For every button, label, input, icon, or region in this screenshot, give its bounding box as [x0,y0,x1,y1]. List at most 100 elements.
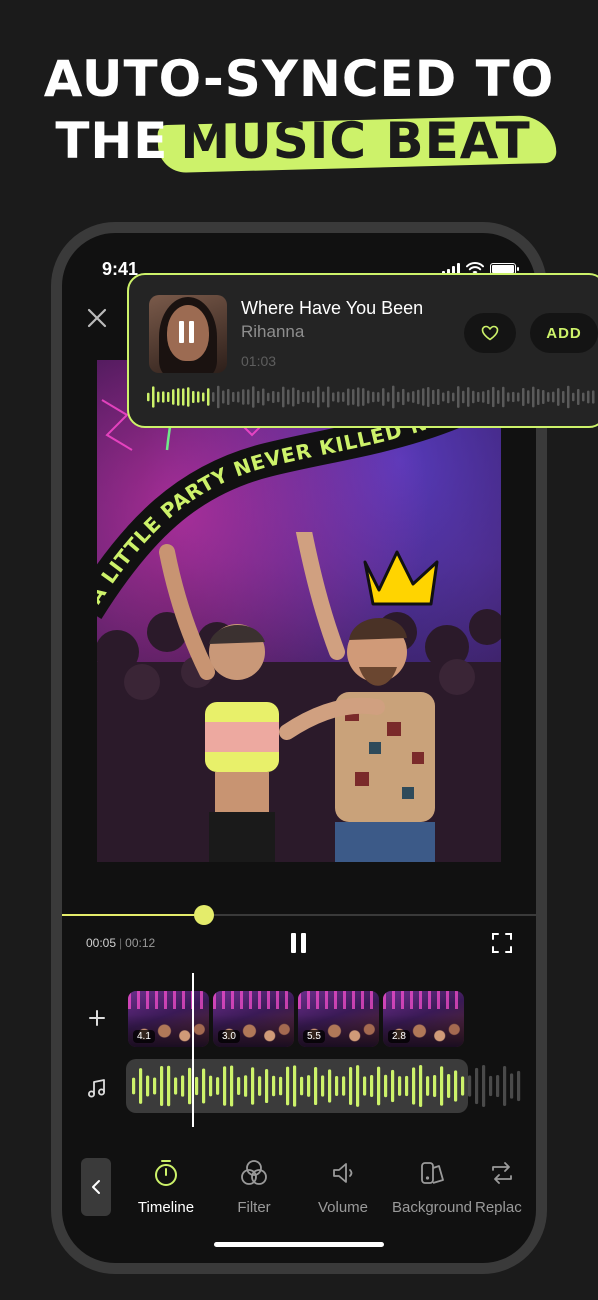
wave-bar [367,390,370,404]
chevron-left-icon [92,1180,100,1194]
wave-bar [467,387,470,407]
wave-bar [195,1076,199,1096]
timeline-clip[interactable]: 5.5 [298,991,379,1047]
pause-button[interactable] [291,933,309,953]
wave-bar [419,1065,423,1107]
progress-bar[interactable] [62,905,536,925]
wave-bar [172,389,175,405]
wave-bar [391,1069,395,1103]
song-title: Where Have You Been [241,298,424,318]
wave-bar [372,391,375,403]
favorite-button[interactable] [464,313,516,353]
music-card[interactable]: Where Have You Been Rihanna 01:03 ADD [127,273,598,428]
wave-bar [188,1067,192,1105]
wave-bar [475,1067,479,1105]
wave-bar [457,386,460,408]
wave-bar [440,1066,444,1106]
wave-bar [507,392,510,402]
tool-volume[interactable]: Volume [298,1158,388,1216]
wave-bar [307,1075,311,1097]
wave-bar [384,1074,388,1098]
wave-bar [300,1076,304,1096]
wave-bar [132,1077,136,1095]
wave-bar [332,392,335,402]
wave-bar [426,1076,430,1096]
wave-bar [447,390,450,404]
wave-bar [272,390,275,404]
headline-highlight: MUSIC BEAT [168,110,542,172]
wave-bar [442,392,445,402]
wave-bar [147,392,150,402]
toolbar-back-button[interactable] [81,1158,111,1216]
wave-bar [292,387,295,407]
add-button[interactable]: ADD [530,313,598,353]
wave-bar [517,1070,521,1102]
tool-background[interactable]: Background [387,1158,477,1216]
wave-bar [237,1077,241,1095]
song-artist: Rihanna [241,322,305,341]
wave-bar [282,386,285,408]
wave-bar [187,387,190,407]
close-icon[interactable] [84,305,110,331]
time-separator: | [119,936,123,950]
tool-label: Timeline [137,1199,195,1216]
wave-bar [216,1077,220,1095]
wave-bar [222,390,225,404]
wave-bar [392,385,395,409]
wave-bar [362,388,365,406]
tool-timeline[interactable]: Timeline [121,1158,211,1216]
wave-bar [537,389,540,405]
wave-bar [197,391,200,403]
tool-label: Filter [237,1199,271,1216]
tool-filter[interactable]: Filter [209,1158,299,1216]
timer-icon [155,1160,177,1186]
wave-bar [572,392,575,402]
add-clip-icon[interactable] [87,1008,107,1028]
wave-bar [517,392,520,402]
video-preview[interactable]: A LITTLE PARTY NEVER KILLED NOBODY [97,360,501,862]
wave-bar [552,391,555,403]
wave-bar [527,390,530,404]
wave-bar [277,391,280,403]
time-readout: 00:05 | 00:12 [86,936,155,950]
wave-bar [258,1076,262,1096]
clip-duration: 2.8 [388,1030,410,1043]
wave-bar [447,1074,451,1098]
wave-bar [557,388,560,406]
wave-bar [153,1077,157,1095]
music-note-icon[interactable] [86,1077,108,1099]
wave-bar [209,1075,213,1097]
wave-bar [433,1074,437,1098]
wave-bar [472,390,475,404]
wave-bar [454,1070,458,1102]
timeline-clip[interactable]: 2.8 [383,991,464,1047]
tool-replace[interactable]: Replac [475,1158,536,1216]
progress-knob[interactable] [194,905,215,925]
wave-bar [427,386,430,408]
timeline-clip[interactable]: 3.0 [213,991,294,1047]
clip-duration: 4.1 [133,1030,155,1043]
tool-label: Replac [475,1199,522,1216]
wave-bar [477,391,480,403]
wave-bar [337,391,340,403]
wave-bar [349,1067,353,1105]
wave-bar [207,388,210,406]
wave-bar [542,390,545,404]
headline-line-2: THE MUSIC BEAT [55,110,542,172]
album-art[interactable] [149,295,227,373]
wave-bar [567,385,570,409]
wave-bar [592,390,595,404]
playhead[interactable] [192,973,194,1127]
fullscreen-icon[interactable] [490,931,514,955]
wave-bar [314,1066,318,1106]
wave-bar [405,1075,409,1097]
wave-bar [370,1075,374,1097]
wave-bar [237,391,240,403]
wave-bar [432,389,435,405]
wave-bar [402,388,405,406]
wave-bar [487,389,490,405]
timeline-clip[interactable]: 4.1 [128,991,209,1047]
total-time: 00:12 [125,936,156,950]
wave-bar [230,1065,234,1107]
wave-bar [177,388,180,406]
